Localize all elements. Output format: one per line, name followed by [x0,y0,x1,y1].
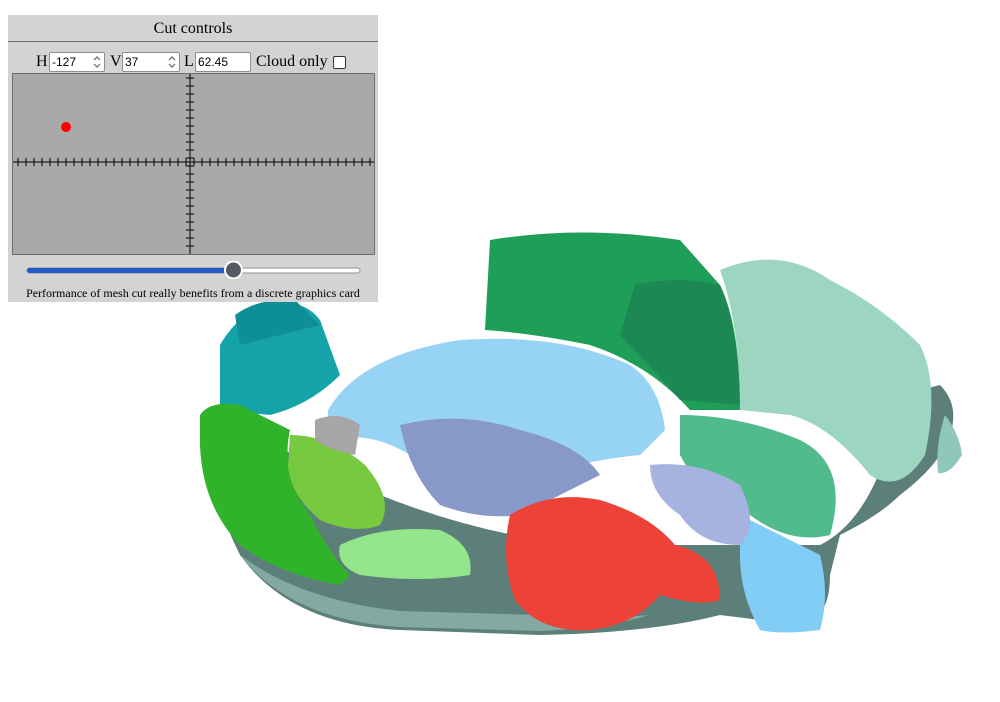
pad-position-marker [61,122,71,132]
spinner-arrows-icon[interactable] [92,54,102,70]
cloud-only-checkbox[interactable] [333,56,346,69]
direction-pad[interactable] [12,73,375,255]
cut-inputs-row: H V L Cloud only [8,51,378,75]
l-input[interactable] [196,53,250,71]
h-label: H [36,53,48,70]
panel-title: Cut controls [8,15,378,42]
l-spinbox[interactable] [195,52,251,72]
cut-depth-slider[interactable] [26,260,361,280]
spinner-arrows-icon[interactable] [167,54,177,70]
performance-caption: Performance of mesh cut really benefits … [26,286,360,300]
v-spinbox[interactable] [122,52,180,72]
v-label: V [110,53,122,70]
slider-thumb [223,260,243,280]
l-label: L [184,53,194,70]
slider-fill [27,268,234,273]
cloud-only-label: Cloud only [256,53,328,70]
cut-controls-panel: Cut controls H V L Cloud only [8,15,378,302]
h-spinbox[interactable] [49,52,105,72]
